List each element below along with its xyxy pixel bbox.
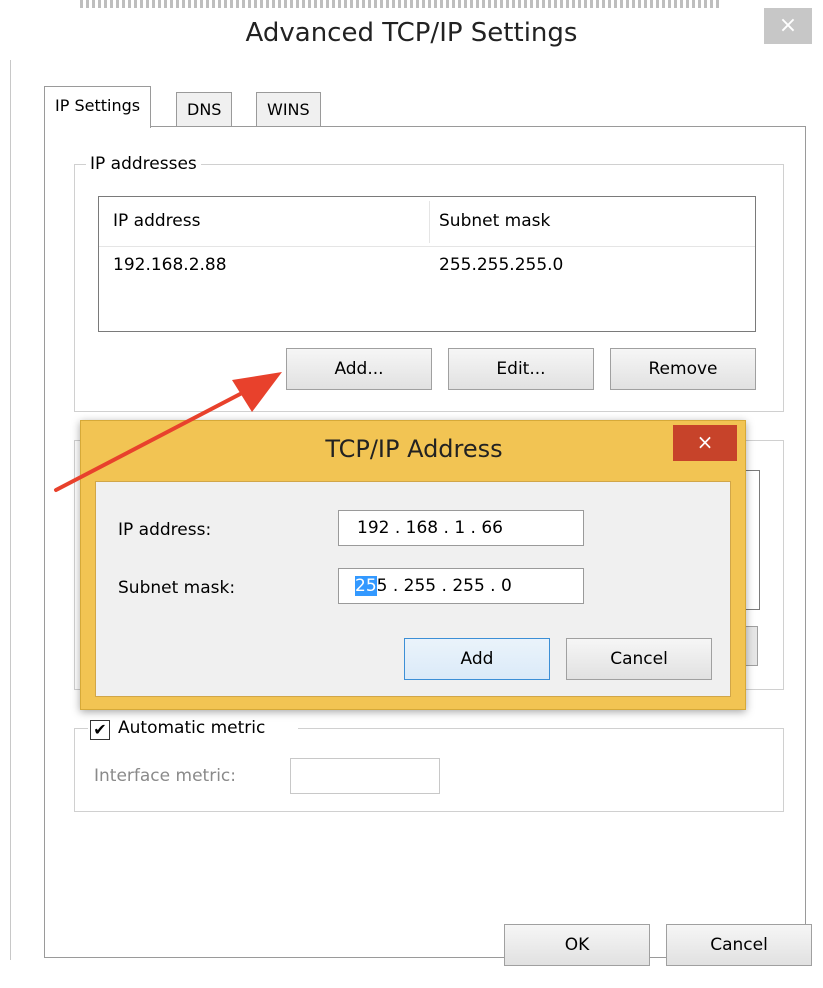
dialog-cancel-button[interactable]: Cancel	[566, 638, 712, 680]
edit-address-button[interactable]: Edit...	[448, 348, 594, 390]
ip-addresses-label: IP addresses	[86, 154, 201, 174]
column-separator[interactable]	[429, 201, 430, 243]
close-icon: ×	[778, 13, 798, 38]
column-header-mask[interactable]: Subnet mask	[439, 211, 550, 231]
tab-wins[interactable]: WINS	[256, 92, 321, 126]
close-icon: ×	[696, 430, 714, 454]
dialog-close-button[interactable]: ×	[673, 425, 737, 461]
selected-text: 25	[355, 576, 377, 596]
tab-dns[interactable]: DNS	[176, 92, 233, 126]
list-header: IP address Subnet mask	[99, 197, 755, 247]
row-mask-cell: 255.255.255.0	[439, 255, 564, 275]
tcpip-address-dialog: TCP/IP Address × IP address: 192 . 168 .…	[80, 420, 746, 710]
subnet-mask-input[interactable]: 255 . 255 . 255 . 0	[338, 568, 584, 604]
subnet-mask-value: 255 . 255 . 255 . 0	[355, 576, 512, 596]
dialog-add-button[interactable]: Add	[404, 638, 550, 680]
add-address-button[interactable]: Add...	[286, 348, 432, 390]
interface-metric-input[interactable]	[290, 758, 440, 794]
window-close-button[interactable]: ×	[764, 8, 812, 44]
table-row[interactable]: 192.168.2.88 255.255.255.0	[99, 249, 755, 283]
ip-address-label: IP address:	[118, 520, 212, 540]
cancel-button[interactable]: Cancel	[666, 924, 812, 966]
interface-metric-label: Interface metric:	[94, 766, 236, 786]
gateway-button-edge	[746, 626, 758, 666]
mask-remaining-text: 5 . 255 . 255 . 0	[376, 576, 512, 596]
automatic-metric-label: Automatic metric	[118, 718, 266, 738]
dialog-body: IP address: 192 . 168 . 1 . 66 Subnet ma…	[95, 481, 731, 697]
check-icon: ✔	[93, 720, 107, 739]
ip-address-value: 192 . 168 . 1 . 66	[357, 518, 503, 538]
remove-address-button[interactable]: Remove	[610, 348, 756, 390]
ok-button[interactable]: OK	[504, 924, 650, 966]
column-header-ip[interactable]: IP address	[113, 211, 200, 231]
dialog-title: TCP/IP Address	[325, 435, 503, 463]
background-window-edge	[80, 0, 720, 8]
automatic-metric-checkbox[interactable]: ✔	[90, 720, 110, 740]
row-ip-cell: 192.168.2.88	[113, 255, 227, 275]
subnet-mask-label: Subnet mask:	[118, 578, 236, 598]
ip-address-input[interactable]: 192 . 168 . 1 . 66	[338, 510, 584, 546]
ip-address-list[interactable]: IP address Subnet mask 192.168.2.88 255.…	[98, 196, 756, 332]
automatic-metric-row: ✔ Automatic metric	[88, 718, 298, 742]
tab-ip-settings[interactable]: IP Settings	[44, 86, 152, 128]
gateway-list-edge	[746, 470, 760, 610]
window-title: Advanced TCP/IP Settings	[245, 18, 578, 48]
window-left-edge	[10, 60, 11, 960]
